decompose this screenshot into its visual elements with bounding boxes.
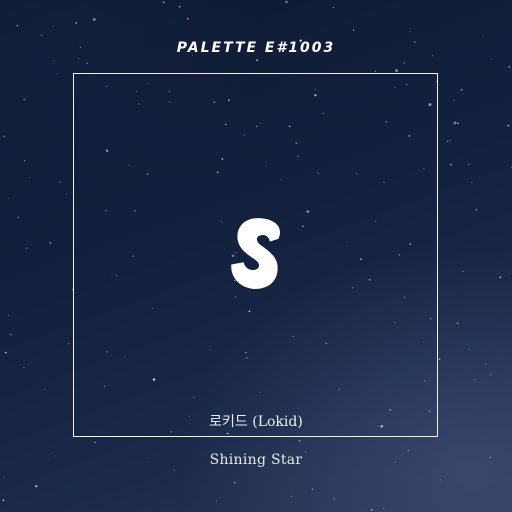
album-cover: PALETTE E#1003 로키드 (Lokid) Shining Star (0, 0, 512, 512)
s-logo-icon (231, 218, 280, 289)
track-title: Shining Star (209, 452, 303, 468)
artist-name: 로키드 (Lokid) (209, 414, 303, 430)
